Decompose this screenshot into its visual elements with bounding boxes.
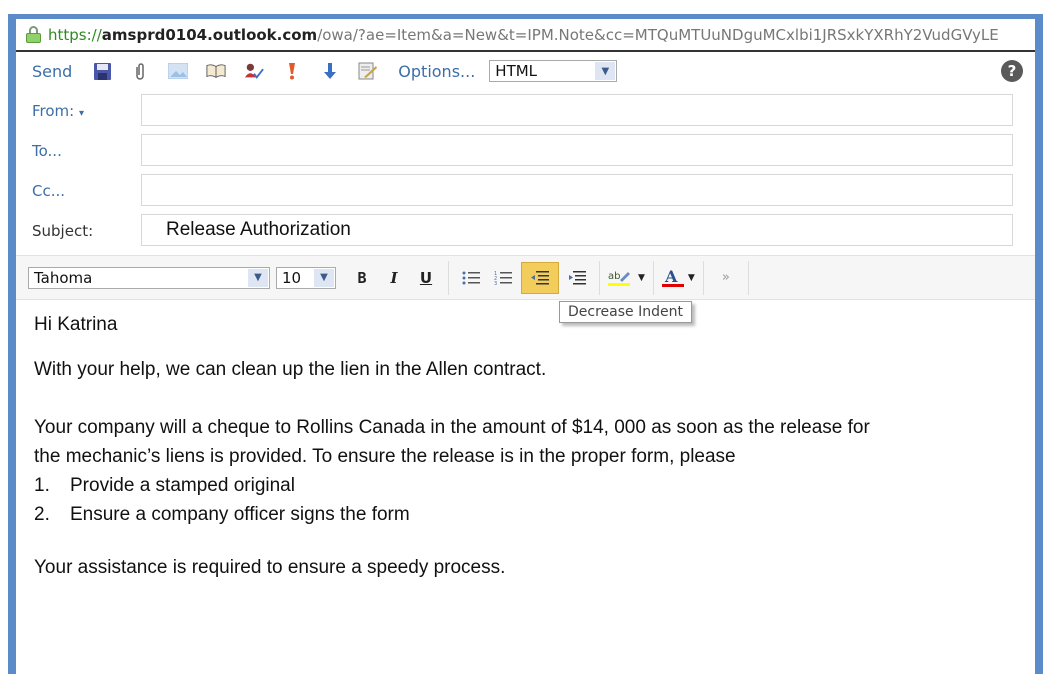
numbering-button[interactable]: 123: [489, 262, 517, 294]
high-importance-icon[interactable]: [282, 61, 302, 81]
url-path: /owa/?ae=Item&a=New&t=IPM.Note&cc=MTQuMT…: [317, 25, 999, 44]
signature-icon[interactable]: [358, 61, 378, 81]
chevron-down-icon: ▼: [595, 62, 616, 80]
options-button[interactable]: Options...: [398, 62, 475, 81]
toolbar-separator: [702, 260, 704, 295]
chevron-down-icon: ▼: [314, 268, 334, 287]
svg-text:A: A: [664, 268, 678, 286]
decrease-indent-icon: [531, 270, 549, 284]
address-bar[interactable]: https:// amsprd0104.outlook.com /owa/?ae…: [16, 19, 1035, 52]
bulleted-list-icon: [462, 271, 480, 284]
cc-field[interactable]: [141, 174, 1013, 206]
message-format-value: HTML: [495, 62, 538, 80]
to-button[interactable]: To...: [32, 142, 62, 160]
to-row: To...: [16, 134, 1035, 168]
from-field[interactable]: [141, 94, 1013, 126]
list-item: 1. Provide a stamped original: [34, 475, 295, 496]
toolbar-separator: [652, 260, 654, 295]
font-name-value: Tahoma: [34, 268, 93, 287]
message-body[interactable]: Hi Katrina With your help, we can clean …: [34, 314, 1035, 579]
subject-label: Subject:: [32, 222, 94, 240]
dropdown-arrow-icon: ▼: [687, 272, 695, 283]
font-size-value: 10: [282, 268, 302, 287]
paragraph: Your assistance is required to ensure a …: [34, 557, 506, 578]
message-format-select[interactable]: HTML ▼: [489, 60, 618, 82]
cc-row: Cc...: [16, 174, 1035, 208]
list-item: 2. Ensure a company officer signs the for…: [34, 504, 410, 525]
underline-button[interactable]: U: [412, 262, 440, 294]
compose-page: https:// amsprd0104.outlook.com /owa/?ae…: [16, 19, 1035, 674]
font-color-button[interactable]: A ▼: [661, 262, 695, 294]
cc-button[interactable]: Cc...: [32, 182, 65, 200]
save-icon[interactable]: [92, 61, 112, 81]
svg-text:3: 3: [494, 281, 497, 286]
send-button[interactable]: Send: [32, 62, 72, 81]
paragraph: Your company will a cheque to Rollins Ca…: [34, 417, 870, 438]
more-options-button[interactable]: »: [712, 262, 740, 294]
formatting-toolbar: Tahoma ▼ 10 ▼ B I U 123 ab ▼ A ▼ »: [16, 255, 1035, 300]
double-chevron-down-icon: »: [721, 270, 730, 285]
address-book-icon[interactable]: [206, 61, 226, 81]
insert-image-icon[interactable]: [168, 61, 189, 81]
svg-text:ab: ab: [608, 271, 620, 282]
subject-field[interactable]: Release Authorization: [141, 214, 1013, 246]
paragraph: With your help, we can clean up the lien…: [34, 359, 547, 380]
chevron-down-icon: ▼: [248, 268, 268, 287]
greeting: Hi Katrina: [34, 314, 118, 335]
subject-row: Subject: Release Authorization: [16, 214, 1035, 248]
highlight-button[interactable]: ab ▼: [608, 262, 645, 294]
bullets-button[interactable]: [457, 262, 485, 294]
to-field[interactable]: [141, 134, 1013, 166]
low-importance-icon[interactable]: [320, 61, 340, 81]
increase-indent-button[interactable]: [563, 262, 591, 294]
increase-indent-icon: [569, 270, 586, 284]
lock-icon: [26, 26, 41, 43]
toolbar-separator: [747, 260, 749, 295]
paragraph: the mechanic’s liens is provided. To ens…: [34, 446, 736, 467]
compose-toolbar: Send Options... HTML ▼ ?: [16, 52, 1035, 90]
help-icon[interactable]: ?: [1001, 60, 1023, 82]
attach-icon[interactable]: [130, 61, 150, 81]
font-color-icon: A: [661, 268, 684, 287]
toolbar-separator: [599, 260, 600, 295]
from-row: From: ▾: [16, 94, 1035, 128]
check-names-icon[interactable]: [244, 61, 265, 81]
numbered-list: 1. Provide a stamped original 2. Ensure a …: [34, 471, 1035, 529]
url-host: amsprd0104.outlook.com: [101, 25, 318, 44]
italic-button[interactable]: I: [380, 262, 408, 294]
font-size-select[interactable]: 10 ▼: [276, 266, 336, 289]
highlight-icon: ab: [608, 271, 630, 286]
toolbar-separator: [448, 260, 449, 295]
bold-button[interactable]: B: [348, 262, 376, 294]
from-label[interactable]: From: ▾: [32, 102, 84, 120]
font-name-select[interactable]: Tahoma ▼: [28, 266, 270, 289]
numbered-list-icon: 123: [494, 271, 512, 286]
decrease-indent-button[interactable]: [521, 261, 559, 294]
browser-window: https:// amsprd0104.outlook.com /owa/?ae…: [8, 14, 1043, 674]
dropdown-arrow-icon: ▼: [638, 272, 645, 283]
url-protocol: https://: [48, 25, 102, 44]
